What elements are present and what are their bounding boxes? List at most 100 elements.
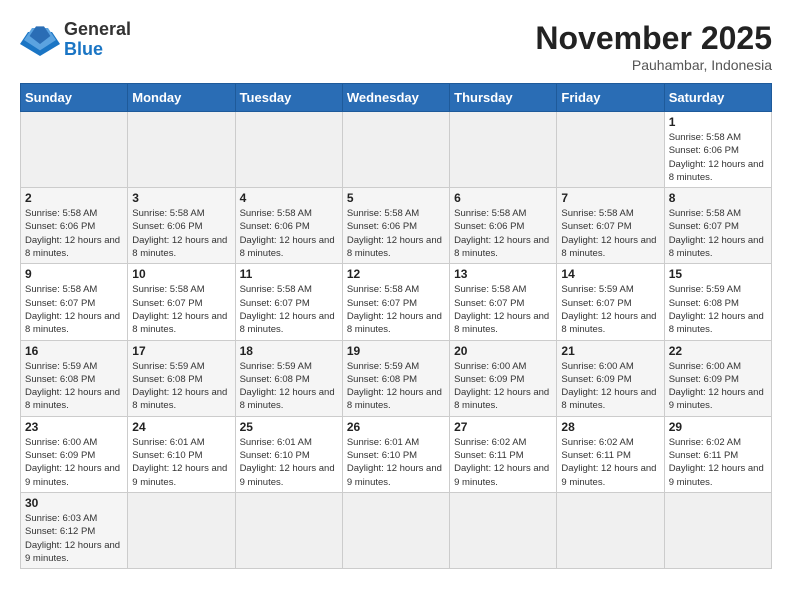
day-number: 24 xyxy=(132,420,230,434)
day-info: Sunrise: 6:00 AMSunset: 6:09 PMDaylight:… xyxy=(561,360,659,413)
day-number: 13 xyxy=(454,267,552,281)
day-info: Sunrise: 5:59 AMSunset: 6:08 PMDaylight:… xyxy=(25,360,123,413)
day-info: Sunrise: 5:59 AMSunset: 6:07 PMDaylight:… xyxy=(561,283,659,336)
calendar-subtitle: Pauhambar, Indonesia xyxy=(535,57,772,73)
logo-blue: Blue xyxy=(64,40,131,60)
day-info: Sunrise: 6:02 AMSunset: 6:11 PMDaylight:… xyxy=(669,436,767,489)
calendar-day-cell: 25 Sunrise: 6:01 AMSunset: 6:10 PMDayligh… xyxy=(235,416,342,492)
calendar-day-cell: 19Sunrise: 5:59 AMSunset: 6:08 PMDayligh… xyxy=(342,340,449,416)
calendar-title: November 2025 xyxy=(535,20,772,57)
calendar-day-cell: 16 Sunrise: 5:59 AMSunset: 6:08 PMDayligh… xyxy=(21,340,128,416)
day-number: 22 xyxy=(669,344,767,358)
page-header: General Blue November 2025 Pauhambar, In… xyxy=(20,20,772,73)
day-number: 10 xyxy=(132,267,230,281)
day-number: 23 xyxy=(25,420,123,434)
calendar-day-cell xyxy=(235,112,342,188)
weekday-header-saturday: Saturday xyxy=(664,84,771,112)
calendar-day-cell: 20 Sunrise: 6:00 AMSunset: 6:09 PMDayligh… xyxy=(450,340,557,416)
calendar-day-cell: 22 Sunrise: 6:00 AMSunset: 6:09 PMDayligh… xyxy=(664,340,771,416)
day-number: 4 xyxy=(240,191,338,205)
calendar-day-cell: 4 Sunrise: 5:58 AMSunset: 6:06 PMDaylight… xyxy=(235,188,342,264)
calendar-day-cell xyxy=(557,112,664,188)
day-number: 29 xyxy=(669,420,767,434)
calendar-day-cell: 6 Sunrise: 5:58 AMSunset: 6:06 PMDaylight… xyxy=(450,188,557,264)
day-number: 3 xyxy=(132,191,230,205)
day-number: 15 xyxy=(669,267,767,281)
calendar-day-cell xyxy=(664,492,771,568)
calendar-day-cell: 8Sunrise: 5:58 AMSunset: 6:07 PMDaylight… xyxy=(664,188,771,264)
weekday-header-friday: Friday xyxy=(557,84,664,112)
day-number: 11 xyxy=(240,267,338,281)
calendar-week-row: 16 Sunrise: 5:59 AMSunset: 6:08 PMDayligh… xyxy=(21,340,772,416)
day-info: Sunrise: 5:58 AMSunset: 6:07 PMDaylight:… xyxy=(132,283,230,336)
day-info: Sunrise: 5:58 AMSunset: 6:06 PMDaylight:… xyxy=(454,207,552,260)
calendar-day-cell: 15 Sunrise: 5:59 AMSunset: 6:08 PMDayligh… xyxy=(664,264,771,340)
weekday-header-sunday: Sunday xyxy=(21,84,128,112)
day-info: Sunrise: 5:59 AMSunset: 6:08 PMDaylight:… xyxy=(669,283,767,336)
calendar-day-cell: 13 Sunrise: 5:58 AMSunset: 6:07 PMDayligh… xyxy=(450,264,557,340)
day-info: Sunrise: 6:01 AMSunset: 6:10 PMDaylight:… xyxy=(240,436,338,489)
day-number: 9 xyxy=(25,267,123,281)
day-info: Sunrise: 5:58 AMSunset: 6:07 PMDaylight:… xyxy=(669,207,767,260)
calendar-day-cell xyxy=(128,112,235,188)
day-info: Sunrise: 6:02 AMSunset: 6:11 PMDaylight:… xyxy=(454,436,552,489)
day-number: 1 xyxy=(669,115,767,129)
calendar-day-cell xyxy=(235,492,342,568)
day-number: 5 xyxy=(347,191,445,205)
day-info: Sunrise: 5:58 AMSunset: 6:07 PMDaylight:… xyxy=(454,283,552,336)
day-info: Sunrise: 5:59 AMSunset: 6:08 PMDaylight:… xyxy=(240,360,338,413)
calendar-day-cell: 24 Sunrise: 6:01 AMSunset: 6:10 PMDayligh… xyxy=(128,416,235,492)
weekday-header-thursday: Thursday xyxy=(450,84,557,112)
day-info: Sunrise: 5:58 AMSunset: 6:07 PMDaylight:… xyxy=(25,283,123,336)
day-info: Sunrise: 6:01 AMSunset: 6:10 PMDaylight:… xyxy=(132,436,230,489)
day-info: Sunrise: 5:58 AMSunset: 6:06 PMDaylight:… xyxy=(132,207,230,260)
day-number: 20 xyxy=(454,344,552,358)
day-info: Sunrise: 5:58 AMSunset: 6:07 PMDaylight:… xyxy=(561,207,659,260)
calendar-day-cell: 10 Sunrise: 5:58 AMSunset: 6:07 PMDayligh… xyxy=(128,264,235,340)
calendar-day-cell xyxy=(450,492,557,568)
day-number: 27 xyxy=(454,420,552,434)
calendar-day-cell: 18 Sunrise: 5:59 AMSunset: 6:08 PMDayligh… xyxy=(235,340,342,416)
day-number: 18 xyxy=(240,344,338,358)
day-info: Sunrise: 6:00 AMSunset: 6:09 PMDaylight:… xyxy=(669,360,767,413)
calendar-day-cell xyxy=(21,112,128,188)
calendar-week-row: 1 Sunrise: 5:58 AMSunset: 6:06 PMDaylight… xyxy=(21,112,772,188)
day-number: 25 xyxy=(240,420,338,434)
logo: General Blue xyxy=(20,20,131,60)
calendar-day-cell: 5Sunrise: 5:58 AMSunset: 6:06 PMDaylight… xyxy=(342,188,449,264)
day-number: 6 xyxy=(454,191,552,205)
title-area: November 2025 Pauhambar, Indonesia xyxy=(535,20,772,73)
day-number: 12 xyxy=(347,267,445,281)
calendar-day-cell xyxy=(450,112,557,188)
calendar-day-cell: 1 Sunrise: 5:58 AMSunset: 6:06 PMDaylight… xyxy=(664,112,771,188)
day-info: Sunrise: 5:58 AMSunset: 6:06 PMDaylight:… xyxy=(669,131,767,184)
calendar-day-cell xyxy=(342,492,449,568)
day-info: Sunrise: 5:59 AMSunset: 6:08 PMDaylight:… xyxy=(132,360,230,413)
day-number: 26 xyxy=(347,420,445,434)
day-number: 14 xyxy=(561,267,659,281)
calendar-day-cell: 11Sunrise: 5:58 AMSunset: 6:07 PMDayligh… xyxy=(235,264,342,340)
calendar-header-row: SundayMondayTuesdayWednesdayThursdayFrid… xyxy=(21,84,772,112)
day-number: 30 xyxy=(25,496,123,510)
day-number: 28 xyxy=(561,420,659,434)
calendar-day-cell: 12Sunrise: 5:58 AMSunset: 6:07 PMDayligh… xyxy=(342,264,449,340)
day-number: 16 xyxy=(25,344,123,358)
day-number: 2 xyxy=(25,191,123,205)
weekday-header-wednesday: Wednesday xyxy=(342,84,449,112)
calendar-day-cell xyxy=(557,492,664,568)
day-info: Sunrise: 6:00 AMSunset: 6:09 PMDaylight:… xyxy=(454,360,552,413)
calendar-day-cell: 2Sunrise: 5:58 AMSunset: 6:06 PMDaylight… xyxy=(21,188,128,264)
day-info: Sunrise: 6:02 AMSunset: 6:11 PMDaylight:… xyxy=(561,436,659,489)
calendar-day-cell: 21Sunrise: 6:00 AMSunset: 6:09 PMDayligh… xyxy=(557,340,664,416)
calendar-day-cell: 27 Sunrise: 6:02 AMSunset: 6:11 PMDayligh… xyxy=(450,416,557,492)
calendar-day-cell: 3 Sunrise: 5:58 AMSunset: 6:06 PMDaylight… xyxy=(128,188,235,264)
day-info: Sunrise: 6:00 AMSunset: 6:09 PMDaylight:… xyxy=(25,436,123,489)
calendar-day-cell: 26Sunrise: 6:01 AMSunset: 6:10 PMDayligh… xyxy=(342,416,449,492)
calendar-day-cell xyxy=(128,492,235,568)
calendar-day-cell: 30Sunrise: 6:03 AMSunset: 6:12 PMDayligh… xyxy=(21,492,128,568)
day-info: Sunrise: 5:58 AMSunset: 6:06 PMDaylight:… xyxy=(240,207,338,260)
calendar-day-cell: 7Sunrise: 5:58 AMSunset: 6:07 PMDaylight… xyxy=(557,188,664,264)
calendar-day-cell: 29 Sunrise: 6:02 AMSunset: 6:11 PMDayligh… xyxy=(664,416,771,492)
calendar-week-row: 9 Sunrise: 5:58 AMSunset: 6:07 PMDaylight… xyxy=(21,264,772,340)
day-number: 17 xyxy=(132,344,230,358)
